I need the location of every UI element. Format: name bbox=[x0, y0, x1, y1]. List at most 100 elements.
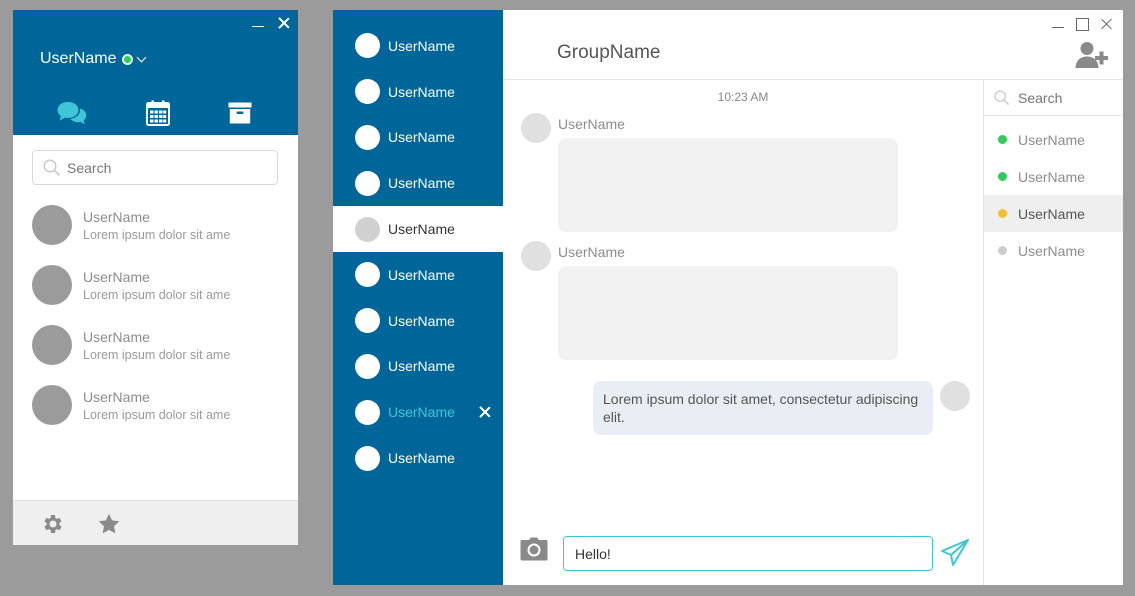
sidebar-item-label: UserName bbox=[388, 358, 455, 375]
offline-status-icon bbox=[998, 246, 1007, 255]
member-item[interactable]: UserName bbox=[984, 158, 1123, 195]
current-user[interactable]: UserName bbox=[40, 50, 147, 68]
contact-name: UserName bbox=[83, 208, 150, 225]
message-input[interactable] bbox=[563, 536, 933, 571]
avatar bbox=[355, 399, 380, 425]
avatar bbox=[355, 308, 380, 334]
member-name: UserName bbox=[1018, 131, 1085, 148]
online-status-icon bbox=[998, 135, 1007, 144]
send-icon[interactable] bbox=[940, 538, 970, 568]
sidebar-item[interactable]: UserName bbox=[333, 160, 503, 206]
contacts-tabs bbox=[13, 98, 298, 128]
avatar bbox=[32, 265, 72, 305]
avatar bbox=[940, 381, 970, 411]
conversation-list: UserName Lorem ipsum dolor sit ame UserN… bbox=[13, 195, 298, 435]
online-status-icon bbox=[122, 53, 134, 65]
online-status-icon bbox=[998, 172, 1007, 181]
sidebar-item-active[interactable]: UserName bbox=[333, 206, 503, 252]
member-name: UserName bbox=[1018, 242, 1085, 259]
contact-name: UserName bbox=[83, 388, 150, 405]
contact-name: UserName bbox=[83, 328, 150, 345]
contacts-footer bbox=[13, 500, 298, 545]
chat-bubbles-icon bbox=[57, 102, 87, 125]
chat-sidebar: UserName UserName UserName UserName User… bbox=[333, 10, 503, 585]
message-thread: 10:23 AM UserName UserName Lorem ipsum d… bbox=[503, 80, 983, 520]
tab-archive[interactable] bbox=[225, 98, 255, 128]
message-composer bbox=[503, 520, 983, 585]
avatar bbox=[32, 325, 72, 365]
minimize-icon[interactable] bbox=[1052, 17, 1064, 31]
add-user-icon[interactable] bbox=[1075, 41, 1109, 69]
sidebar-item[interactable]: UserName bbox=[333, 115, 503, 161]
sidebar-item[interactable]: UserName bbox=[333, 69, 503, 115]
window-controls bbox=[1052, 17, 1113, 31]
list-item[interactable]: UserName Lorem ipsum dolor sit ame bbox=[13, 255, 298, 315]
sidebar-item-label: UserName bbox=[388, 312, 455, 329]
avatar bbox=[521, 241, 551, 271]
sidebar-item-hover[interactable]: UserName bbox=[333, 389, 503, 435]
message-preview: Lorem ipsum dolor sit ame bbox=[83, 407, 231, 422]
message-preview: Lorem ipsum dolor sit ame bbox=[83, 347, 231, 362]
chat-header: GroupName bbox=[503, 10, 1123, 80]
message-bubble bbox=[558, 138, 898, 232]
contacts-search-input[interactable] bbox=[67, 159, 267, 176]
away-status-icon bbox=[998, 209, 1007, 218]
members-search[interactable] bbox=[984, 80, 1123, 116]
chat-window: UserName UserName UserName UserName User… bbox=[333, 10, 1123, 585]
maximize-icon[interactable] bbox=[1076, 18, 1089, 31]
avatar bbox=[521, 113, 551, 143]
sidebar-item-label: UserName bbox=[388, 175, 455, 192]
member-item[interactable]: UserName bbox=[984, 232, 1123, 269]
outgoing-message-bubble: Lorem ipsum dolor sit amet, consectetur … bbox=[593, 381, 933, 435]
list-item[interactable]: UserName Lorem ipsum dolor sit ame bbox=[13, 195, 298, 255]
member-name: UserName bbox=[1018, 205, 1085, 222]
members-search-input[interactable] bbox=[1018, 89, 1118, 106]
avatar bbox=[32, 385, 72, 425]
sidebar-item-label: UserName bbox=[388, 221, 455, 238]
close-icon[interactable] bbox=[479, 406, 491, 418]
avatar bbox=[32, 205, 72, 245]
message-timestamp: 10:23 AM bbox=[717, 90, 769, 104]
gear-icon[interactable] bbox=[41, 512, 65, 536]
avatar bbox=[355, 216, 380, 242]
contact-name: UserName bbox=[83, 268, 150, 285]
camera-icon[interactable] bbox=[520, 537, 548, 561]
tab-calendar[interactable] bbox=[143, 98, 173, 128]
avatar bbox=[355, 79, 380, 105]
current-user-name: UserName bbox=[40, 50, 117, 67]
avatar bbox=[355, 124, 380, 150]
message-preview: Lorem ipsum dolor sit ame bbox=[83, 227, 231, 242]
contacts-window: UserName Search UserName Lorem ipsum dol… bbox=[13, 10, 298, 545]
minimize-icon[interactable] bbox=[252, 16, 264, 30]
sidebar-item-label: UserName bbox=[388, 129, 455, 146]
sidebar-item-label: UserName bbox=[388, 37, 455, 54]
sidebar-item-label: UserName bbox=[388, 266, 455, 283]
window-controls bbox=[252, 16, 290, 30]
close-icon[interactable] bbox=[278, 16, 290, 30]
avatar bbox=[355, 170, 380, 196]
sidebar-item[interactable]: UserName bbox=[333, 23, 503, 69]
chevron-down-icon[interactable] bbox=[137, 52, 147, 62]
sidebar-item[interactable]: UserName bbox=[333, 435, 503, 481]
star-icon[interactable] bbox=[97, 512, 121, 536]
tab-chats[interactable] bbox=[57, 98, 87, 128]
member-item[interactable]: UserName bbox=[984, 121, 1123, 158]
member-name: UserName bbox=[1018, 168, 1085, 185]
contacts-search[interactable] bbox=[32, 150, 278, 185]
sidebar-item[interactable]: UserName bbox=[333, 252, 503, 298]
members-panel: UserName UserName UserName UserName bbox=[983, 80, 1123, 585]
member-item[interactable]: UserName bbox=[984, 195, 1123, 232]
list-item[interactable]: UserName Lorem ipsum dolor sit ame bbox=[13, 315, 298, 375]
list-item[interactable]: UserName Lorem ipsum dolor sit ame bbox=[13, 375, 298, 435]
sidebar-item[interactable]: UserName bbox=[333, 344, 503, 390]
message-preview: Lorem ipsum dolor sit ame bbox=[83, 287, 231, 302]
members-list: UserName UserName UserName UserName bbox=[984, 116, 1123, 269]
close-icon[interactable] bbox=[1101, 17, 1113, 31]
contacts-header: UserName bbox=[13, 10, 298, 135]
message-sender: UserName bbox=[558, 116, 625, 132]
chat-panel: GroupName 10:23 AM UserName UserName Lor… bbox=[503, 10, 1123, 585]
calendar-icon bbox=[146, 100, 170, 126]
sidebar-item[interactable]: UserName bbox=[333, 298, 503, 344]
archive-icon bbox=[228, 102, 252, 124]
sidebar-item-label: UserName bbox=[388, 83, 455, 100]
